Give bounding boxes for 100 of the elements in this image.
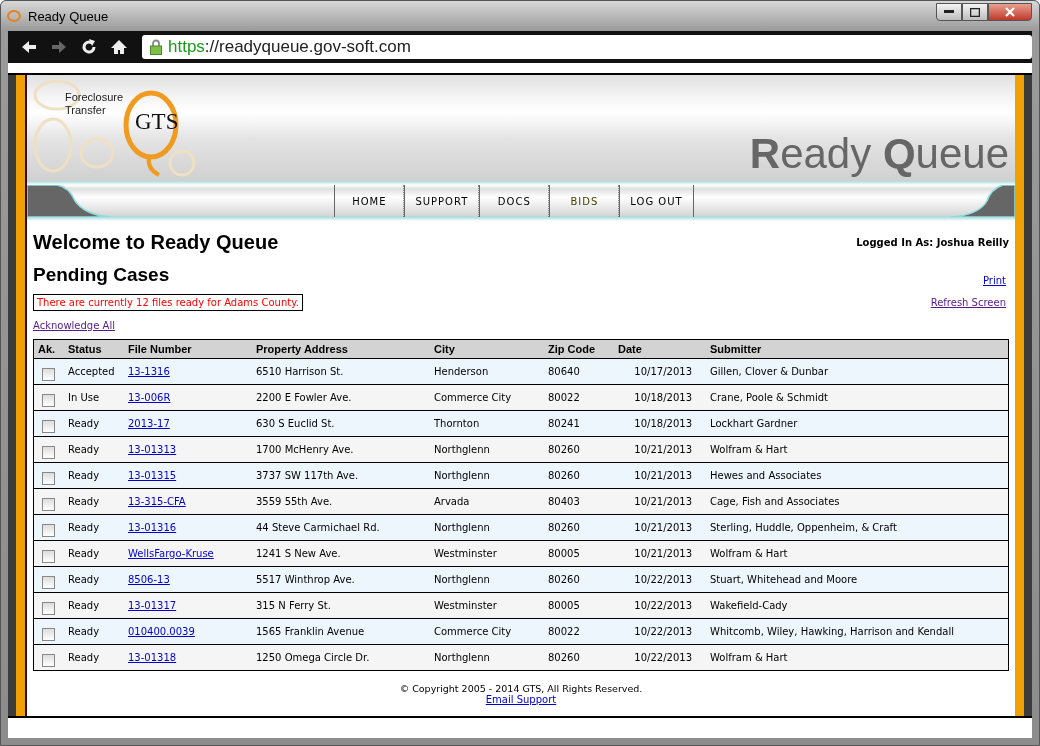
nav-tab[interactable]: DOCS: [479, 185, 550, 217]
back-arrow-icon: [20, 39, 38, 55]
table-cell: Henderson: [430, 358, 544, 385]
acknowledge-checkbox[interactable]: [42, 445, 55, 459]
table-cell: 10/22/2013: [614, 566, 706, 593]
minimize-button[interactable]: [936, 3, 962, 21]
table-cell: Commerce City: [430, 384, 544, 411]
file-number-link[interactable]: 13-01317: [128, 600, 177, 611]
file-number-link[interactable]: 13-006R: [128, 392, 171, 403]
nav-tab[interactable]: HOME: [334, 185, 405, 217]
maximize-button[interactable]: [962, 3, 988, 21]
acknowledge-checkbox[interactable]: [42, 627, 55, 641]
table-cell: Crane, Poole & Schmidt: [706, 384, 1009, 411]
table-cell: 44 Steve Carmichael Rd.: [252, 514, 430, 541]
address-bar[interactable]: https://readyqueue.gov-soft.com: [142, 35, 1032, 59]
table-cell: 10/21/2013: [614, 514, 706, 541]
file-number-link[interactable]: 13-01313: [128, 444, 177, 455]
column-header: City: [430, 339, 544, 359]
file-number-link[interactable]: 13-01318: [128, 652, 177, 663]
acknowledge-checkbox[interactable]: [42, 497, 55, 511]
table-cell: 80403: [544, 488, 614, 515]
forward-arrow-icon: [50, 39, 68, 55]
window-title: Ready Queue: [28, 8, 109, 24]
acknowledge-checkbox[interactable]: [42, 653, 55, 667]
table-cell: 80260: [544, 514, 614, 541]
table-cell: 80005: [544, 592, 614, 619]
table-cell: 10/21/2013: [614, 488, 706, 515]
column-header: Submitter: [706, 339, 1009, 359]
acknowledge-checkbox[interactable]: [42, 601, 55, 615]
table-cell: 80241: [544, 410, 614, 437]
column-header: Zip Code: [544, 339, 614, 359]
table-cell: 3559 55th Ave.: [252, 488, 430, 515]
close-button[interactable]: [988, 3, 1032, 21]
table-cell: Stuart, Whitehead and Moore: [706, 566, 1009, 593]
acknowledge-checkbox[interactable]: [42, 471, 55, 485]
minimize-icon: [944, 10, 954, 14]
column-header: Property Address: [252, 339, 430, 359]
lock-icon: [150, 39, 162, 55]
table-cell: Ready: [64, 644, 124, 671]
table-cell: In Use: [64, 384, 124, 411]
table-cell: 10/18/2013: [614, 410, 706, 437]
nav-tab[interactable]: LOG OUT: [619, 185, 694, 217]
refresh-link[interactable]: Refresh Screen: [930, 297, 1006, 308]
file-number-link[interactable]: 8506-13: [128, 574, 170, 585]
table-cell: Northglenn: [430, 462, 544, 489]
table-cell: 80022: [544, 618, 614, 645]
table-cell: 10/21/2013: [614, 462, 706, 489]
column-header: Ak.: [33, 339, 64, 359]
acknowledge-checkbox[interactable]: [42, 367, 55, 381]
column-header: Date: [614, 339, 706, 359]
table-cell: Ready: [64, 488, 124, 515]
table-cell: Wolfram & Hart: [706, 644, 1009, 671]
table-cell: Thornton: [430, 410, 544, 437]
corner-ornament: [951, 185, 1015, 217]
acknowledge-checkbox[interactable]: [42, 419, 55, 433]
table-cell: 80640: [544, 358, 614, 385]
nav-tab[interactable]: SUPPORT: [404, 185, 480, 217]
column-header: Status: [64, 339, 124, 359]
table-cell: Northglenn: [430, 644, 544, 671]
table-cell: Wolfram & Hart: [706, 540, 1009, 567]
copyright-text: © Copyright 2005 - 2014 GTS, All Rights Reserved.: [399, 683, 643, 694]
file-number-link[interactable]: 2013-17: [128, 418, 170, 429]
logged-in-user: Logged In As: Joshua Reilly: [856, 237, 1009, 248]
nav-tab[interactable]: BIDS: [549, 185, 620, 217]
table-cell: Wakefield-Cady: [706, 592, 1009, 619]
page-heading: Welcome to Ready Queue: [33, 231, 279, 254]
acknowledge-checkbox[interactable]: [42, 549, 55, 563]
table-cell: Northglenn: [430, 566, 544, 593]
file-number-link[interactable]: 13-01316: [128, 522, 177, 533]
table-cell: 10/22/2013: [614, 644, 706, 671]
file-number-link[interactable]: 13-315-CFA: [128, 496, 186, 507]
app-logo-icon: [6, 9, 22, 23]
acknowledge-checkbox[interactable]: [42, 575, 55, 589]
table-cell: 10/22/2013: [614, 618, 706, 645]
table-cell: Accepted: [64, 358, 124, 385]
table-cell: Westminster: [430, 540, 544, 567]
table-cell: 10/21/2013: [614, 540, 706, 567]
file-number-link[interactable]: 13-1316: [128, 366, 170, 377]
table-cell: 1250 Omega Circle Dr.: [252, 644, 430, 671]
acknowledge-all-link[interactable]: Acknowledge All: [33, 320, 115, 331]
table-cell: 80260: [544, 566, 614, 593]
table-cell: 80260: [544, 644, 614, 671]
table-cell: Wolfram & Hart: [706, 436, 1009, 463]
acknowledge-checkbox[interactable]: [42, 523, 55, 537]
table-cell: Gillen, Clover & Dunbar: [706, 358, 1009, 385]
table-cell: 80022: [544, 384, 614, 411]
file-number-link[interactable]: 13-01315: [128, 470, 177, 481]
table-cell: Ready: [64, 462, 124, 489]
acknowledge-checkbox[interactable]: [42, 393, 55, 407]
table-cell: Ready: [64, 592, 124, 619]
table-cell: 10/18/2013: [614, 384, 706, 411]
print-link[interactable]: Print: [983, 275, 1006, 286]
table-cell: 2200 E Fowler Ave.: [252, 384, 430, 411]
table-cell: 315 N Ferry St.: [252, 592, 430, 619]
email-support-link[interactable]: Email Support: [485, 694, 557, 705]
files-notice: There are currently 12 files ready for Adams County.: [33, 294, 303, 311]
table-cell: 80260: [544, 436, 614, 463]
close-icon: [1005, 7, 1015, 17]
table-cell: Arvada: [430, 488, 544, 515]
site-title: Ready Queue: [749, 133, 1009, 175]
